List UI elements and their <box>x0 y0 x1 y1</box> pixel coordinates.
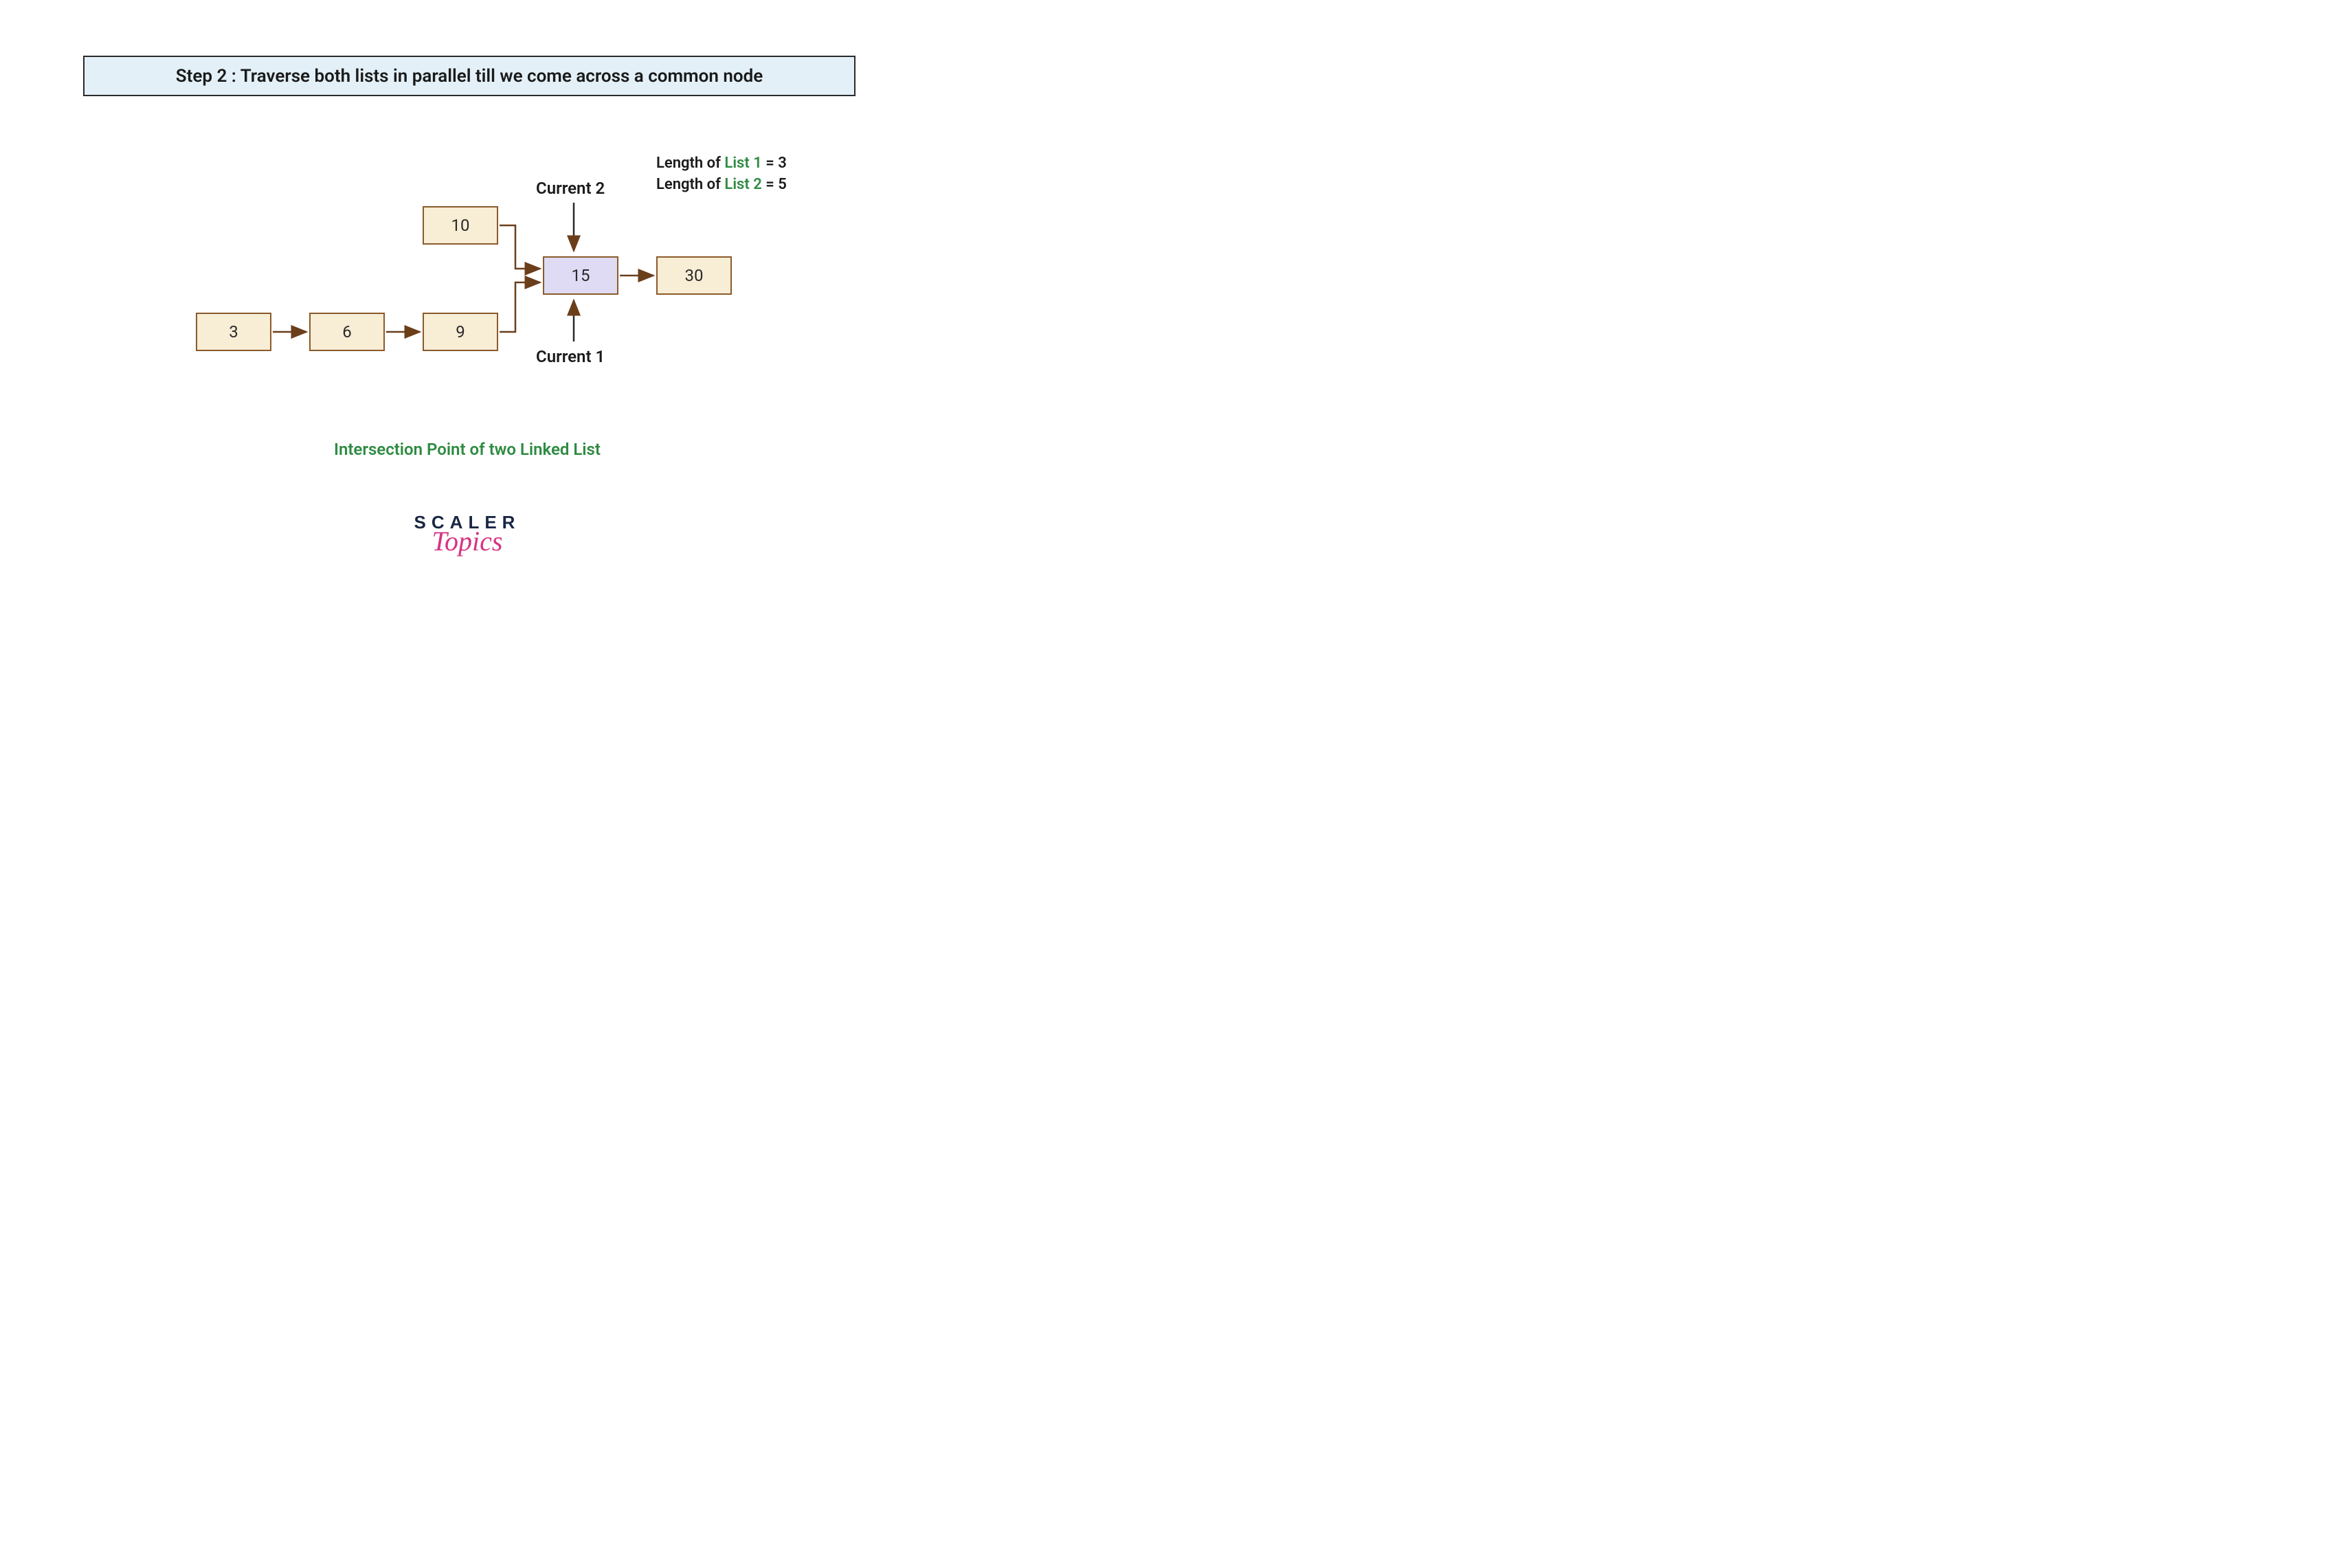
node-6: 6 <box>309 313 385 351</box>
node-30: 30 <box>656 256 732 295</box>
diagram-caption: Intersection Point of two Linked List <box>0 440 935 459</box>
linked-list-diagram: 3 6 9 10 15 30 Current 2 Current 1 <box>186 168 749 388</box>
node-3: 3 <box>196 313 271 351</box>
node-15-intersection: 15 <box>543 256 618 295</box>
current1-label: Current 1 <box>536 347 605 366</box>
node-10: 10 <box>423 206 498 245</box>
current2-label: Current 2 <box>536 179 605 198</box>
scaler-logo: SCALER Topics <box>0 512 935 557</box>
banner-text: Step 2 : Traverse both lists in parallel… <box>176 66 763 87</box>
logo-topics-text: Topics <box>0 525 935 557</box>
node-9: 9 <box>423 313 498 351</box>
step-banner: Step 2 : Traverse both lists in parallel… <box>83 56 856 96</box>
